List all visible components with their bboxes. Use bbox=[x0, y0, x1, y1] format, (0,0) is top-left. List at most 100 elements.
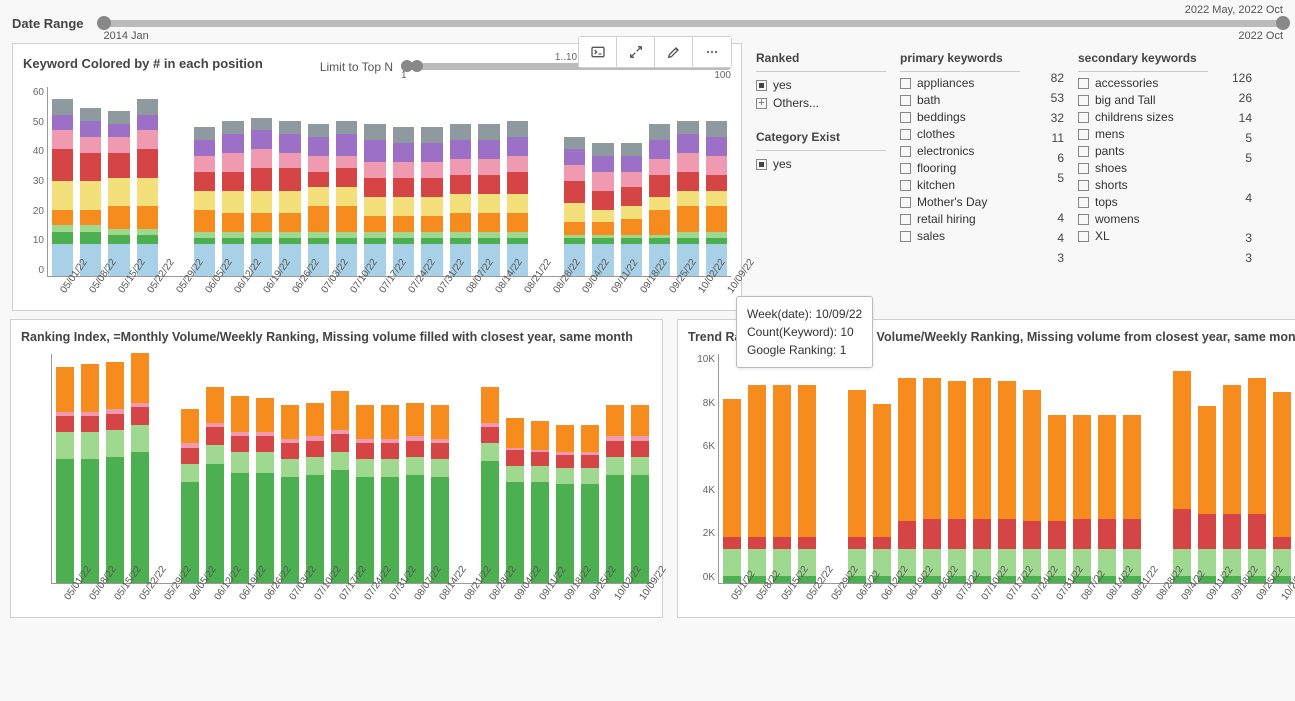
bar[interactable] bbox=[1098, 415, 1116, 583]
bar[interactable] bbox=[222, 121, 243, 276]
keyword-item[interactable]: womens bbox=[1078, 212, 1208, 226]
date-range-slider[interactable]: 2022 May, 2022 Oct 2014 Jan 2022 Oct bbox=[104, 10, 1283, 27]
keyword-item[interactable]: accessories bbox=[1078, 76, 1208, 90]
bar[interactable] bbox=[431, 405, 449, 583]
more-options-button[interactable] bbox=[693, 37, 731, 67]
bar[interactable] bbox=[406, 403, 424, 583]
bar[interactable] bbox=[393, 127, 414, 276]
keyword-item[interactable]: shorts bbox=[1078, 178, 1208, 192]
bar[interactable] bbox=[331, 391, 349, 583]
bar[interactable] bbox=[194, 127, 215, 276]
bar[interactable] bbox=[1123, 415, 1141, 583]
keyword-item[interactable]: Mother's Day bbox=[900, 195, 1020, 209]
bar[interactable] bbox=[1198, 406, 1216, 583]
bar[interactable] bbox=[206, 387, 224, 583]
date-range-value: 2022 May, 2022 Oct bbox=[1185, 4, 1283, 16]
bar[interactable] bbox=[506, 418, 524, 583]
keyword-item[interactable]: electronics bbox=[900, 144, 1020, 158]
bar[interactable] bbox=[279, 121, 300, 276]
bar[interactable] bbox=[706, 121, 727, 276]
calculation-preview-button[interactable] bbox=[579, 37, 617, 67]
bar[interactable] bbox=[507, 121, 528, 276]
bar[interactable] bbox=[531, 421, 549, 583]
bar[interactable] bbox=[131, 353, 149, 583]
bar[interactable] bbox=[677, 121, 698, 276]
bar[interactable] bbox=[481, 387, 499, 583]
bar[interactable] bbox=[1173, 371, 1191, 583]
bar[interactable] bbox=[948, 381, 966, 583]
keyword-item[interactable]: tops bbox=[1078, 195, 1208, 209]
bar[interactable] bbox=[1023, 390, 1041, 583]
bar[interactable] bbox=[621, 143, 642, 276]
ranked-item-yes[interactable]: yes bbox=[756, 76, 886, 94]
bar[interactable] bbox=[108, 111, 129, 276]
bar[interactable] bbox=[848, 390, 866, 583]
keyword-item[interactable]: appliances bbox=[900, 76, 1020, 90]
bar[interactable] bbox=[80, 108, 101, 276]
keyword-item[interactable]: childrens sizes bbox=[1078, 110, 1208, 124]
bar[interactable] bbox=[1223, 385, 1241, 583]
bar[interactable] bbox=[356, 405, 374, 583]
bar[interactable] bbox=[478, 124, 499, 276]
keyword-item[interactable]: shoes bbox=[1078, 161, 1208, 175]
keyword-item[interactable]: beddings bbox=[900, 110, 1020, 124]
keyword-item[interactable]: flooring bbox=[900, 161, 1020, 175]
bar[interactable] bbox=[556, 425, 574, 583]
keyword-item[interactable]: clothes bbox=[900, 127, 1020, 141]
bar[interactable] bbox=[898, 378, 916, 583]
expand-button[interactable] bbox=[617, 37, 655, 67]
bar[interactable] bbox=[606, 405, 624, 583]
bar[interactable] bbox=[256, 398, 274, 583]
keyword-item[interactable]: big and Tall bbox=[1078, 93, 1208, 107]
keyword-item[interactable]: bath bbox=[900, 93, 1020, 107]
bar[interactable] bbox=[381, 405, 399, 583]
bar[interactable] bbox=[137, 99, 158, 276]
bar[interactable] bbox=[364, 124, 385, 276]
bar[interactable] bbox=[181, 409, 199, 583]
bar[interactable] bbox=[873, 404, 891, 583]
bar[interactable] bbox=[52, 99, 73, 276]
bar[interactable] bbox=[81, 364, 99, 583]
bar[interactable] bbox=[581, 425, 599, 583]
chart1[interactable]: 6050403020100 bbox=[47, 87, 731, 277]
bar[interactable] bbox=[306, 403, 324, 583]
bar[interactable] bbox=[281, 405, 299, 583]
bar[interactable] bbox=[1073, 415, 1091, 583]
bar[interactable] bbox=[973, 378, 991, 583]
bar[interactable] bbox=[773, 385, 791, 583]
keyword-item[interactable]: XL bbox=[1078, 229, 1208, 243]
chart2[interactable] bbox=[51, 354, 652, 584]
keyword-item[interactable]: mens bbox=[1078, 127, 1208, 141]
ranked-item-others[interactable]: +Others... bbox=[756, 94, 886, 112]
bar[interactable] bbox=[564, 137, 585, 276]
keyword-item[interactable]: retail hiring bbox=[900, 212, 1020, 226]
bar-segment bbox=[706, 175, 727, 191]
bar[interactable] bbox=[251, 118, 272, 276]
edit-button[interactable] bbox=[655, 37, 693, 67]
bar[interactable] bbox=[649, 124, 670, 276]
divider bbox=[756, 150, 886, 151]
bar[interactable] bbox=[421, 127, 442, 276]
bar[interactable] bbox=[631, 405, 649, 583]
bar[interactable] bbox=[1248, 378, 1266, 583]
bar[interactable] bbox=[56, 367, 74, 583]
bar[interactable] bbox=[923, 378, 941, 583]
bar[interactable] bbox=[106, 362, 124, 583]
bar-segment bbox=[137, 149, 158, 178]
bar[interactable] bbox=[336, 121, 357, 276]
bar[interactable] bbox=[592, 143, 613, 276]
bar[interactable] bbox=[998, 381, 1016, 583]
bar[interactable] bbox=[231, 396, 249, 583]
bar[interactable] bbox=[748, 385, 766, 583]
bar[interactable] bbox=[1273, 392, 1291, 583]
chart3[interactable]: 10K8K6K4K2K0K bbox=[718, 354, 1295, 584]
keyword-item[interactable]: kitchen bbox=[900, 178, 1020, 192]
keyword-item[interactable]: pants bbox=[1078, 144, 1208, 158]
bar[interactable] bbox=[1048, 415, 1066, 583]
category-exist-item-yes[interactable]: yes bbox=[756, 155, 886, 173]
bar[interactable] bbox=[308, 124, 329, 276]
bar[interactable] bbox=[798, 385, 816, 583]
bar[interactable] bbox=[450, 124, 471, 276]
keyword-item[interactable]: sales bbox=[900, 229, 1020, 243]
bar[interactable] bbox=[723, 399, 741, 583]
